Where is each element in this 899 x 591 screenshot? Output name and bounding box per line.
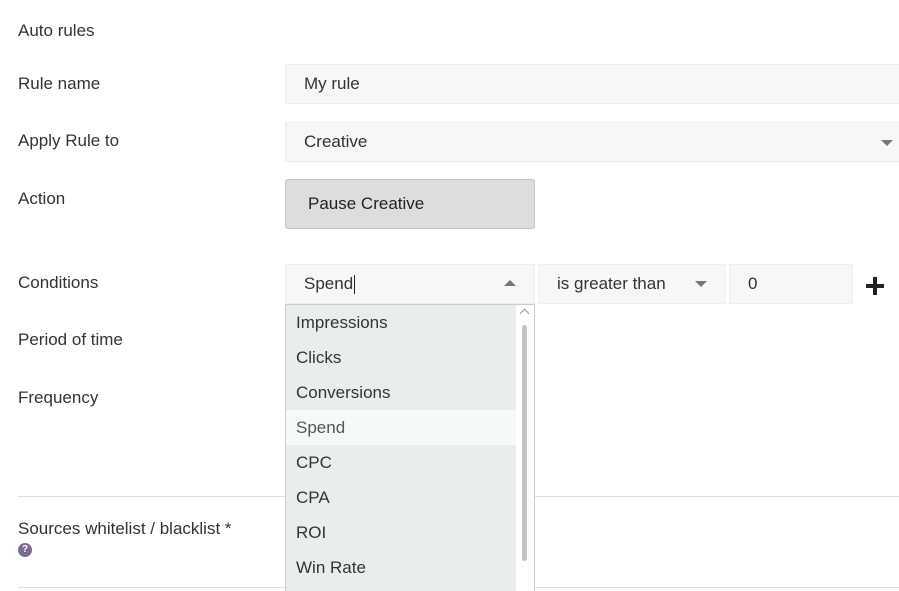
section-title: Auto rules xyxy=(18,21,95,40)
dropdown-option-impressions[interactable]: Impressions xyxy=(286,305,516,340)
dropdown-option-conversions[interactable]: Conversions xyxy=(286,375,516,410)
auto-rules-form: Auto rules Rule name My rule Apply Rule … xyxy=(0,0,899,591)
sources-label-text: Sources whitelist / blacklist xyxy=(18,519,221,538)
pause-creative-button[interactable]: Pause Creative xyxy=(285,179,535,229)
sources-label: Sources whitelist / blacklist * xyxy=(18,519,232,539)
rule-name-value: My rule xyxy=(304,74,360,93)
condition-threshold-value: 0 xyxy=(748,274,758,293)
metric-dropdown-list: Impressions Clicks Conversions Spend CPC… xyxy=(286,305,516,585)
conditions-label: Conditions xyxy=(18,273,99,292)
pause-creative-button-label: Pause Creative xyxy=(308,194,425,213)
dropdown-option-cpa[interactable]: CPA xyxy=(286,480,516,515)
chevron-up-icon xyxy=(504,280,516,286)
chevron-down-icon xyxy=(881,140,893,146)
dropdown-option-win-rate[interactable]: Win Rate xyxy=(286,550,516,585)
condition-threshold-input[interactable]: 0 xyxy=(729,264,853,304)
dropdown-option-cpc[interactable]: CPC xyxy=(286,445,516,480)
apply-rule-select[interactable]: Creative xyxy=(285,122,899,162)
apply-rule-label: Apply Rule to xyxy=(18,131,120,150)
rule-name-input[interactable]: My rule xyxy=(285,64,899,104)
scroll-thumb[interactable] xyxy=(522,325,527,561)
frequency-label: Frequency xyxy=(18,388,99,407)
dropdown-option-roi[interactable]: ROI xyxy=(286,515,516,550)
dropdown-scrollbar[interactable] xyxy=(516,305,534,591)
chevron-down-icon xyxy=(695,281,707,287)
period-label: Period of time xyxy=(18,330,123,349)
text-cursor xyxy=(354,274,356,294)
required-marker: * xyxy=(224,519,232,538)
condition-operator-value: is greater than xyxy=(557,274,666,293)
condition-metric-value: Spend xyxy=(304,274,354,293)
apply-rule-value: Creative xyxy=(304,132,368,151)
plus-icon[interactable] xyxy=(866,277,884,295)
scroll-up-icon[interactable] xyxy=(519,308,530,319)
rule-name-label: Rule name xyxy=(18,74,101,93)
metric-dropdown[interactable]: Impressions Clicks Conversions Spend CPC… xyxy=(285,304,535,591)
dropdown-option-clicks[interactable]: Clicks xyxy=(286,340,516,375)
question-circle-icon[interactable]: ? xyxy=(18,543,32,557)
dropdown-option-spend[interactable]: Spend xyxy=(286,410,516,445)
condition-metric-select[interactable]: Spend xyxy=(285,264,535,304)
action-label: Action xyxy=(18,189,66,208)
condition-operator-select[interactable]: is greater than xyxy=(538,264,726,304)
